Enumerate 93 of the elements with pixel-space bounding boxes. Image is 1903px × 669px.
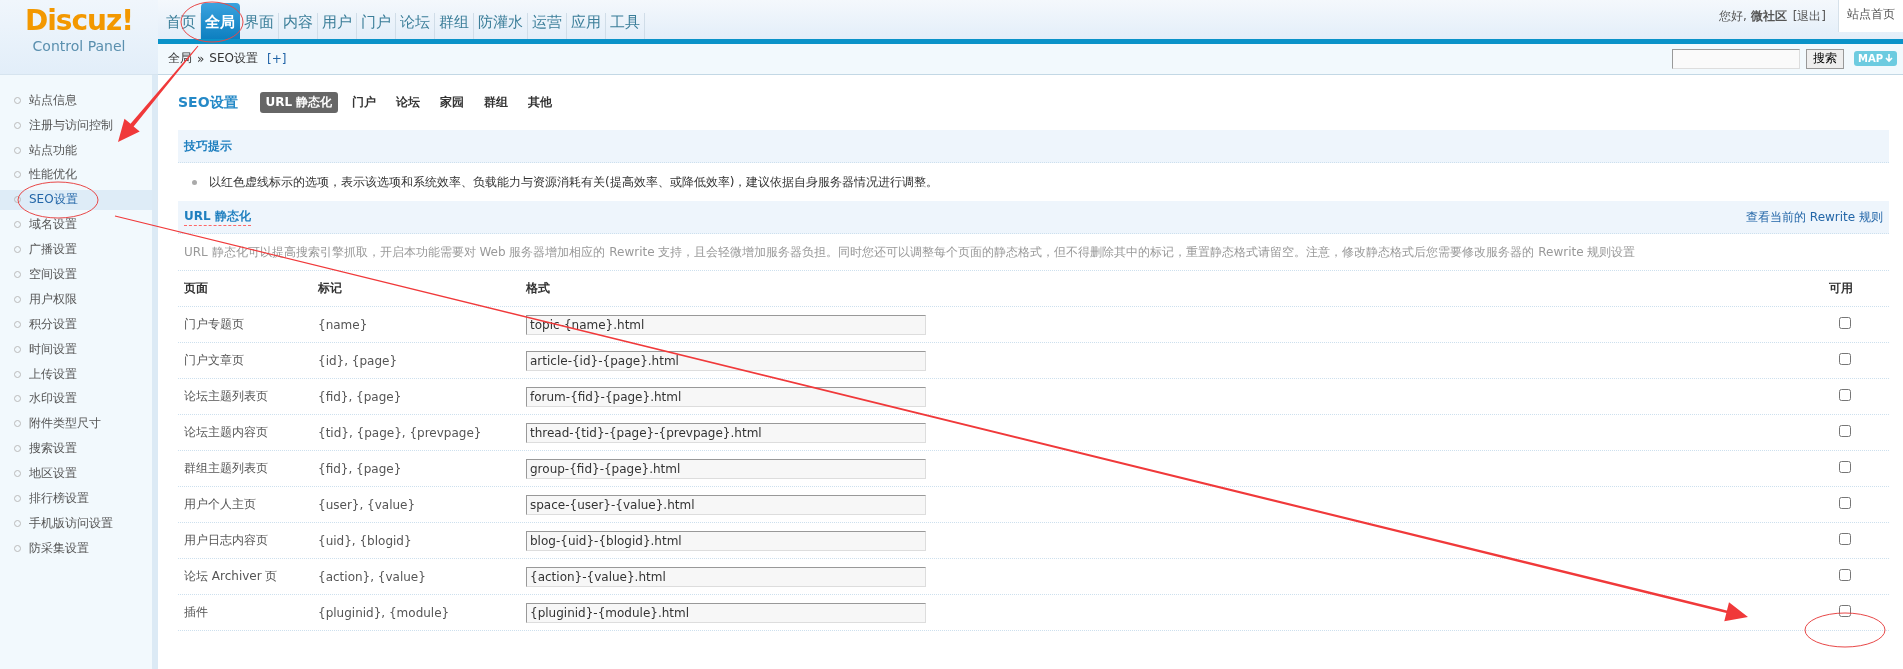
column-header: 可用: [1829, 280, 1854, 297]
greeting: 您好, 微社区: [1719, 8, 1787, 25]
enabled-checkbox[interactable]: [1839, 425, 1851, 437]
enabled-checkbox[interactable]: [1839, 533, 1851, 545]
sidebar-item[interactable]: 用户权限: [0, 289, 152, 310]
column-header: 标记: [318, 280, 343, 297]
rewrite-rules-link[interactable]: 查看当前的 Rewrite 规则: [1746, 208, 1883, 226]
nav-tab[interactable]: 群组: [435, 12, 474, 39]
sidebar-item[interactable]: 积分设置: [0, 314, 152, 335]
search-button[interactable]: 搜索: [1805, 48, 1844, 69]
breadcrumb-current: SEO设置: [209, 50, 258, 68]
page-cell-text: 论坛主题列表页: [184, 388, 269, 405]
enabled-checkbox[interactable]: [1839, 389, 1851, 401]
page-cell-text: 门户专题页: [184, 316, 245, 333]
nav-tab[interactable]: 论坛: [396, 12, 435, 39]
format-field[interactable]: {action}-{value}.html: [526, 566, 926, 587]
enabled-checkbox[interactable]: [1839, 497, 1851, 509]
bullet-icon: [192, 179, 197, 185]
nav-tab[interactable]: 运营: [528, 12, 567, 39]
page-cell-text: 用户日志内容页: [184, 532, 269, 549]
logout-link[interactable]: [退出]: [1792, 8, 1826, 25]
marks-cell-text: {pluginid}, {module}: [318, 605, 451, 620]
sidebar-item[interactable]: 排行榜设置: [0, 488, 152, 509]
nav-tab[interactable]: 门户: [357, 12, 396, 39]
tab[interactable]: 论坛: [390, 92, 427, 113]
logo-subtitle: Control Panel: [32, 38, 126, 54]
enabled-checkbox[interactable]: [1839, 353, 1851, 365]
marks-cell-text: {tid}, {page}, {prevpage}: [318, 425, 483, 440]
marks-cell-text: {id}, {page}: [318, 353, 399, 368]
sidebar-item[interactable]: 空间设置: [0, 264, 152, 285]
marks-cell-text: {uid}, {blogid}: [318, 533, 413, 548]
sidebar-item[interactable]: 注册与访问控制: [0, 114, 152, 136]
marks-cell-text: {user}, {value}: [318, 497, 417, 512]
breadcrumb-separator: »: [197, 51, 205, 66]
enabled-checkbox[interactable]: [1839, 317, 1851, 329]
sidebar-item[interactable]: 水印设置: [0, 388, 152, 410]
column-header: 格式: [526, 280, 551, 297]
page-cell-text: 论坛 Archiver 页: [184, 568, 279, 585]
sidebar-item[interactable]: 手机版访问设置: [0, 513, 152, 534]
add-link[interactable]: [+]: [267, 51, 287, 66]
sidebar-item[interactable]: 附件类型尺寸: [0, 413, 152, 435]
sidebar-item[interactable]: 地区设置: [0, 463, 152, 484]
format-field[interactable]: forum-{fid}-{page}.html: [526, 386, 926, 407]
sidebar-item[interactable]: 广播设置: [0, 239, 152, 260]
format-field[interactable]: space-{user}-{value}.html: [526, 494, 926, 515]
sidebar-item[interactable]: 时间设置: [0, 338, 152, 360]
search-field[interactable]: [1671, 48, 1800, 69]
page-cell-text: 论坛主题内容页: [184, 424, 269, 441]
tab[interactable]: 家园: [434, 92, 471, 113]
page-cell-text: 门户文章页: [184, 352, 245, 369]
sidebar-item[interactable]: 域名设置: [0, 214, 152, 235]
format-field[interactable]: group-{fid}-{page}.html: [526, 458, 926, 479]
section-title: URL 静态化: [184, 208, 251, 226]
sidebar-item[interactable]: SEO设置: [0, 189, 152, 211]
tab[interactable]: 其他: [522, 92, 559, 113]
page-cell-text: 用户个人主页: [184, 496, 257, 513]
nav-tab[interactable]: 工具: [606, 12, 645, 39]
down-arrow-icon: [1885, 54, 1893, 64]
nav-tab[interactable]: 内容: [279, 12, 318, 39]
annotation-ellipse: [180, 1, 244, 43]
page-cell-text: 插件: [184, 604, 209, 621]
sidebar-item[interactable]: 防采集设置: [0, 538, 152, 559]
format-field[interactable]: thread-{tid}-{page}-{prevpage}.html: [526, 422, 926, 443]
format-field[interactable]: {pluginid}-{module}.html: [526, 602, 926, 623]
column-header: 页面: [184, 280, 209, 297]
tab[interactable]: 群组: [478, 92, 515, 113]
enabled-checkbox[interactable]: [1839, 461, 1851, 473]
marks-cell-text: {fid}, {page}: [318, 389, 403, 404]
tip-text: 以红色虚线标示的选项，表示该选项和系统效率、负载能力与资源消耗有关(提高效率、或降低效率)，建议依据自身服务器情况进行调整。: [209, 173, 939, 191]
nav-tab[interactable]: 防灌水: [474, 12, 528, 39]
tab[interactable]: 门户: [346, 92, 383, 113]
site-home-link[interactable]: 站点首页: [1838, 0, 1903, 32]
marks-cell-text: {name}: [318, 317, 369, 332]
sidebar-item[interactable]: 搜索设置: [0, 438, 152, 459]
nav-tab[interactable]: 用户: [318, 12, 357, 39]
sidebar-item[interactable]: 性能优化: [0, 164, 152, 186]
enabled-checkbox[interactable]: [1839, 605, 1851, 617]
enabled-checkbox[interactable]: [1839, 569, 1851, 581]
nav-tab[interactable]: 全局: [201, 2, 240, 39]
tab[interactable]: URL 静态化: [259, 92, 339, 113]
page-cell-text: 群组主题列表页: [184, 460, 269, 477]
nav-tab[interactable]: 界面: [240, 12, 279, 39]
sidebar-item[interactable]: 站点功能: [0, 139, 152, 161]
format-field[interactable]: article-{id}-{page}.html: [526, 350, 926, 371]
sidebar-item[interactable]: 站点信息: [0, 90, 152, 111]
nav-tab[interactable]: 应用: [567, 12, 606, 39]
marks-cell-text: {fid}, {page}: [318, 461, 403, 476]
page-title: SEO设置: [178, 93, 238, 112]
sidebar-item[interactable]: 上传设置: [0, 363, 152, 385]
tips-title: 技巧提示: [184, 137, 232, 155]
format-field[interactable]: blog-{uid}-{blogid}.html: [526, 530, 926, 551]
logo-title: Discuz!: [24, 6, 134, 36]
marks-cell-text: {action}, {value}: [318, 569, 427, 584]
